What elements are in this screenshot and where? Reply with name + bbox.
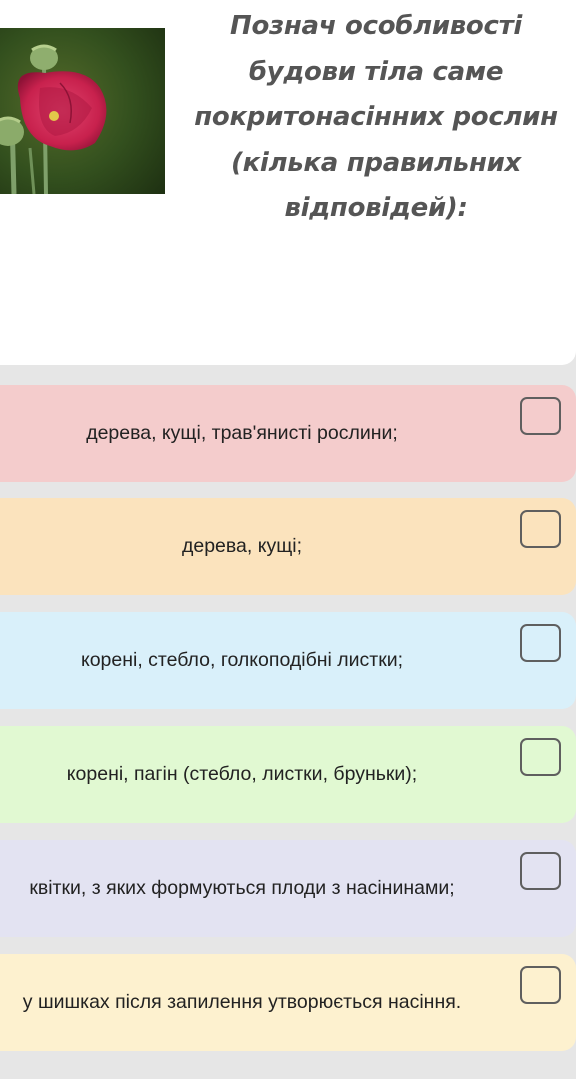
answer-option-label: дерева, кущі, трав'янисті рослини; <box>86 422 398 444</box>
answer-option-label: дерева, кущі; <box>181 535 303 557</box>
question-card: Познач особливості будови тіла саме покр… <box>0 0 576 365</box>
answer-checkbox[interactable] <box>520 397 561 435</box>
question-line: будови тіла саме <box>248 56 504 87</box>
answer-option-label: корені, пагін (стебло, листки, бруньки); <box>66 763 418 785</box>
question-line: відповідей): <box>284 193 468 223</box>
answer-option[interactable]: квітки, з яких формуються плоди з насіни… <box>0 840 576 937</box>
answer-option-label: квітки, з яких формуються плоди з насіни… <box>29 877 455 899</box>
answer-option[interactable]: дерева, кущі, трав'янисті рослини; <box>0 385 576 482</box>
question-line: покритонасінних рослин <box>194 102 558 132</box>
answer-checkbox[interactable] <box>520 966 561 1004</box>
poppy-flower-image <box>0 28 165 194</box>
answer-option-label: корені, стебло, голкоподібні листки; <box>80 649 404 671</box>
answer-option[interactable]: дерева, кущі; <box>0 498 576 595</box>
quiz-page: Познач особливості будови тіла саме покр… <box>0 0 576 1079</box>
answer-option[interactable]: у шишках після запилення утворюється нас… <box>0 954 576 1051</box>
answer-option[interactable]: корені, пагін (стебло, листки, бруньки); <box>0 726 576 823</box>
question-line: Познач особливості <box>229 11 522 41</box>
answer-checkbox[interactable] <box>520 624 561 662</box>
answer-option[interactable]: корені, стебло, голкоподібні листки; <box>0 612 576 709</box>
answer-checkbox[interactable] <box>520 852 561 890</box>
answer-checkbox[interactable] <box>520 510 561 548</box>
answer-option-label: у шишках після запилення утворюється нас… <box>22 991 462 1013</box>
answer-checkbox[interactable] <box>520 738 561 776</box>
question-line: (кілька правильних <box>231 147 521 178</box>
question-text: Познач особливості будови тіла саме покр… <box>188 4 564 232</box>
